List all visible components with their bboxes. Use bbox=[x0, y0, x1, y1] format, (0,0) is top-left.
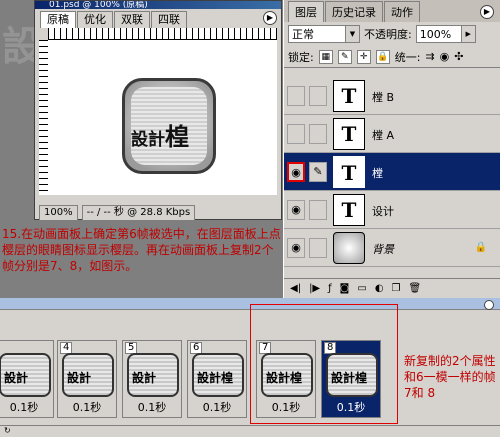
document-window: 01.psd @ 100% (原稿) 原稿 优化 双联 四联 ▶ 設計楻 100… bbox=[34, 0, 282, 221]
prev-frame-icon[interactable]: ◀| bbox=[290, 283, 301, 294]
layer-style-icon[interactable]: ƒ bbox=[328, 283, 332, 294]
highlight-box bbox=[250, 304, 398, 424]
frame-delay[interactable]: 0.1秒 bbox=[123, 399, 181, 415]
animation-frame-4[interactable]: 4 設計 0.1秒 bbox=[57, 340, 117, 418]
brush-icon[interactable]: ✎ bbox=[309, 162, 327, 182]
frame-delay[interactable]: 0.1秒 bbox=[188, 399, 246, 415]
loop-icon[interactable]: ↻ bbox=[4, 426, 11, 435]
eye-icon[interactable]: ◉ bbox=[287, 162, 305, 182]
lock-position-icon[interactable]: ✛ bbox=[356, 49, 371, 64]
link-toggle[interactable] bbox=[309, 86, 327, 106]
frame-thumbnail: 設計 bbox=[62, 353, 114, 397]
lock-all-icon[interactable]: 🔒 bbox=[375, 49, 390, 64]
layer-row-design[interactable]: ◉ T 设计 bbox=[284, 191, 500, 229]
ruler-left bbox=[39, 40, 48, 195]
lock-label: 锁定: bbox=[288, 50, 314, 64]
unify-label: 统一: bbox=[394, 50, 421, 64]
layer-name[interactable]: 樘 B bbox=[372, 89, 394, 105]
type-layer-thumbnail: T bbox=[333, 80, 365, 112]
animation-frame-5[interactable]: 5 設計 0.1秒 bbox=[122, 340, 182, 418]
link-toggle[interactable] bbox=[309, 200, 327, 220]
animation-bottom-toolbar: ↻ bbox=[0, 425, 500, 437]
layer-name[interactable]: 樘 A bbox=[372, 127, 394, 143]
adjustment-icon[interactable]: ◐ bbox=[375, 283, 384, 294]
layer-name[interactable]: 背景 bbox=[372, 241, 394, 257]
animation-frame-6[interactable]: 6 設計楻 0.1秒 bbox=[187, 340, 247, 418]
tab-actions[interactable]: 动作 bbox=[384, 1, 420, 22]
chevron-right-icon: ▶ bbox=[460, 26, 475, 42]
layer-row-a[interactable]: T 樘 A bbox=[284, 115, 500, 153]
layer-name[interactable]: 樘 bbox=[372, 165, 383, 181]
opacity-field[interactable]: 100% ▶ bbox=[415, 25, 476, 43]
layer-row-selected[interactable]: ◉ ✎ T 樘 bbox=[284, 153, 500, 191]
chevron-down-icon: ▼ bbox=[345, 26, 359, 42]
unify-style-icon[interactable]: ✣ bbox=[454, 50, 463, 63]
document-tabs: 原稿 优化 双联 四联 bbox=[40, 11, 188, 28]
animation-menu-icon[interactable] bbox=[484, 300, 494, 310]
unify-visibility-icon[interactable]: ◉ bbox=[440, 50, 450, 63]
palette-menu-icon[interactable]: ▶ bbox=[480, 5, 494, 19]
tab-2up[interactable]: 双联 bbox=[114, 11, 150, 28]
opacity-label: 不透明度: bbox=[364, 28, 412, 41]
mask-icon[interactable]: ◙ bbox=[340, 283, 350, 294]
visibility-toggle[interactable] bbox=[287, 124, 305, 144]
icon-artwork: 設計楻 bbox=[122, 78, 216, 174]
frame-thumbnail: 設計 bbox=[0, 353, 51, 397]
document-canvas[interactable]: 設計楻 bbox=[48, 40, 277, 195]
layer-row-background[interactable]: ◉ 背景 🔒 bbox=[284, 229, 500, 267]
next-frame-icon[interactable]: |▶ bbox=[309, 283, 320, 294]
ruler-top bbox=[48, 28, 277, 40]
tutorial-caption-left: 15.在动画面板上确定第6帧被选中，在图层面板上点樱层的眼睛图标显示樱层。再在动… bbox=[2, 227, 281, 273]
visibility-toggle[interactable] bbox=[287, 86, 305, 106]
tab-4up[interactable]: 四联 bbox=[151, 11, 187, 28]
lock-transparency-icon[interactable]: ▦ bbox=[318, 49, 333, 64]
tutorial-caption-right: 新复制的2个属性和6一模一样的帧 7和 8 bbox=[404, 354, 496, 400]
animation-frame-3[interactable]: 設計 0.1秒 bbox=[0, 340, 54, 418]
eye-icon[interactable]: ◉ bbox=[287, 200, 305, 220]
artwork-text: 設計楻 bbox=[131, 123, 189, 151]
document-status-bar: 100% -- / -- 秒 @ 28.8 Kbps bbox=[39, 205, 277, 221]
blend-row: 正常 ▼ 不透明度: 100% ▶ bbox=[284, 22, 500, 46]
unify-position-icon[interactable]: ⇉ bbox=[425, 50, 434, 63]
link-toggle[interactable] bbox=[309, 124, 327, 144]
lock-image-icon[interactable]: ✎ bbox=[337, 49, 352, 64]
animation-palette: 設計 0.1秒 4 設計 0.1秒 5 設計 0.1秒 6 設計楻 0.1秒 7… bbox=[0, 298, 500, 437]
type-layer-thumbnail: T bbox=[333, 194, 365, 226]
download-time[interactable]: -- / -- 秒 @ 28.8 Kbps bbox=[81, 205, 196, 221]
lock-icon: 🔒 bbox=[474, 242, 487, 253]
layer-name[interactable]: 设计 bbox=[372, 203, 394, 219]
background-thumbnail bbox=[333, 232, 365, 264]
layers-palette: 图层 历史记录 动作 ▶ 正常 ▼ 不透明度: 100% ▶ 锁定: ▦ ✎ ✛ 🔒… bbox=[283, 0, 500, 298]
lock-row: 锁定: ▦ ✎ ✛ 🔒 统一: ⇉ ◉ ✣ bbox=[284, 46, 500, 68]
blend-mode-select[interactable]: 正常 ▼ bbox=[288, 25, 360, 43]
frame-thumbnail: 設計楻 bbox=[192, 353, 244, 397]
type-layer-thumbnail: T bbox=[333, 118, 365, 150]
trash-icon[interactable]: 🗑 bbox=[409, 283, 422, 294]
layer-row-b[interactable]: T 樘 B bbox=[284, 77, 500, 115]
zoom-field[interactable]: 100% bbox=[39, 205, 78, 221]
link-toggle[interactable] bbox=[309, 238, 327, 258]
palette-tabs: 图层 历史记录 动作 bbox=[284, 0, 500, 22]
type-layer-thumbnail: T bbox=[333, 156, 365, 188]
layers-bottom-toolbar: ◀| |▶ ƒ ◙ ▭ ◐ ❐ 🗑 bbox=[284, 278, 500, 298]
tab-history[interactable]: 历史记录 bbox=[325, 1, 383, 22]
eye-icon[interactable]: ◉ bbox=[287, 238, 305, 258]
new-set-icon[interactable]: ▭ bbox=[357, 283, 366, 294]
frame-thumbnail: 設計 bbox=[127, 353, 179, 397]
document-menu-arrow-icon[interactable]: ▶ bbox=[263, 11, 277, 25]
new-layer-icon[interactable]: ❐ bbox=[392, 283, 401, 294]
tab-layers[interactable]: 图层 bbox=[288, 1, 324, 22]
frame-delay[interactable]: 0.1秒 bbox=[58, 399, 116, 415]
document-title[interactable]: 01.psd @ 100% (原稿) bbox=[35, 1, 281, 9]
tab-optimized[interactable]: 优化 bbox=[77, 11, 113, 28]
frame-delay[interactable]: 0.1秒 bbox=[0, 399, 53, 415]
tab-original[interactable]: 原稿 bbox=[40, 11, 76, 28]
